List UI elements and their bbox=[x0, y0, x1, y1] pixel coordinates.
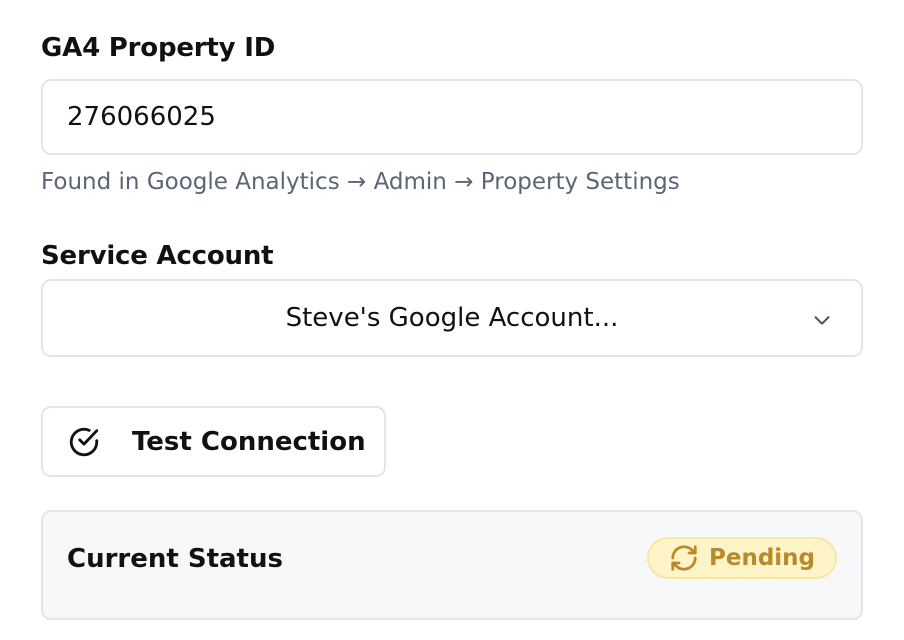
check-circle-icon bbox=[69, 427, 99, 456]
test-connection-label: Test Connection bbox=[132, 426, 366, 457]
ga4-help-text: Found in Google Analytics → Admin → Prop… bbox=[41, 169, 680, 195]
current-status-card: Current Status Pending bbox=[41, 510, 863, 620]
refresh-icon bbox=[671, 545, 697, 571]
service-account-label: Service Account bbox=[41, 241, 274, 271]
service-account-select[interactable]: Steve's Google Account... bbox=[41, 279, 863, 357]
status-badge-label: Pending bbox=[708, 545, 815, 571]
chevron-down-icon bbox=[814, 316, 830, 325]
ga4-property-id-label: GA4 Property ID bbox=[41, 33, 276, 63]
status-badge: Pending bbox=[646, 537, 837, 579]
ga4-property-id-input[interactable] bbox=[41, 79, 863, 155]
test-connection-button[interactable]: Test Connection bbox=[41, 406, 386, 477]
service-account-selected-value: Steve's Google Account... bbox=[285, 303, 619, 333]
current-status-title: Current Status bbox=[67, 544, 283, 574]
